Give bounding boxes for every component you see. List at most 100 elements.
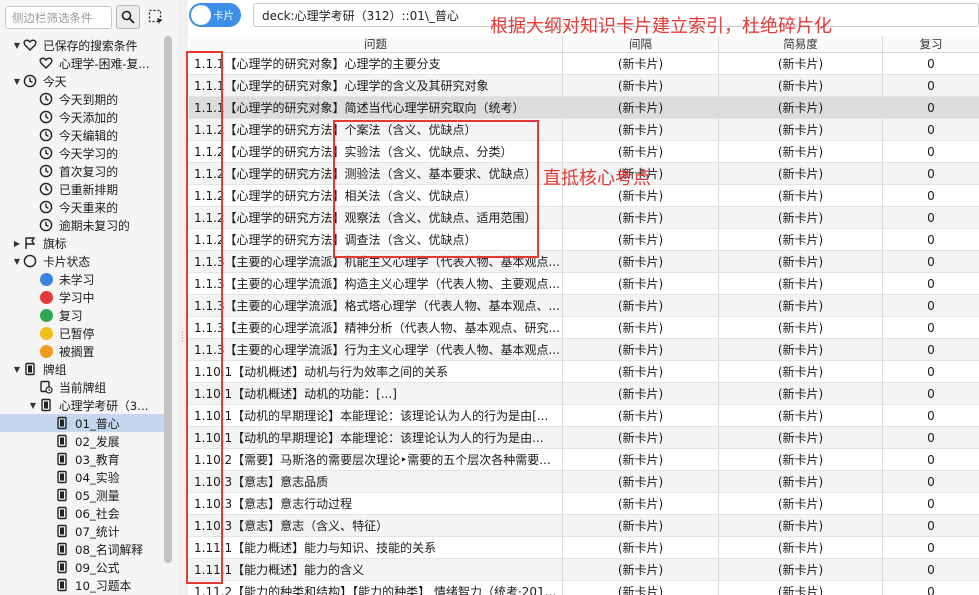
sidebar-tree-label: 被搁置 <box>59 344 95 359</box>
cards-notes-toggle[interactable]: 卡片 <box>189 3 241 27</box>
sidebar-tree-item[interactable]: ▼ 已保存的搜索条件 <box>0 36 172 54</box>
clock-icon <box>22 72 38 90</box>
table-row[interactable]: 1.1.3【主要的心理学流派】精神分析（代表人物、基本观点、研究... (新卡片)… <box>189 317 979 339</box>
column-header-interval[interactable]: 间隔 <box>563 36 719 52</box>
sidebar-tree-item[interactable]: 已重新排期 <box>0 180 172 198</box>
sidebar-tree-item[interactable]: ▼ 心理学考研（3... <box>0 396 172 414</box>
cell-reviews: 0 <box>927 518 935 533</box>
table-row[interactable]: 1.10.1【动机概述】动机与行为效率之间的关系 (新卡片) (新卡片) 0 <box>189 361 979 383</box>
cell-reviews: 0 <box>927 144 935 159</box>
sidebar-tree-item[interactable]: 今天学习的 <box>0 144 172 162</box>
sidebar-search-button[interactable] <box>116 5 140 29</box>
column-header-ease[interactable]: 简易度 <box>719 36 883 52</box>
heart-icon <box>38 54 54 72</box>
table-row[interactable]: 1.1.3【主要的心理学流派】构造主义心理学（代表人物、主要观点... (新卡片)… <box>189 273 979 295</box>
sidebar-tree-item[interactable]: 今天添加的 <box>0 108 172 126</box>
table-row[interactable]: 1.1.3【主要的心理学流派】行为主义心理学（代表人物、基本观点... (新卡片)… <box>189 339 979 361</box>
sidebar-tree-item[interactable]: 07_统计 <box>0 522 172 540</box>
cell-question: 1.10.1【动机概述】动机与行为效率之间的关系 <box>189 361 563 382</box>
sidebar-tree-item[interactable]: 05_测量 <box>0 486 172 504</box>
expand-open-icon[interactable]: ▼ <box>12 252 22 270</box>
table-row[interactable]: 1.10.1【动机的早期理论】本能理论：该理论认为人的行为是由... (新卡片)(… <box>189 427 979 449</box>
expand-open-icon[interactable]: ▼ <box>12 36 22 54</box>
cell-question: 1.1.2【心理学的研究方法】实验法（含义、优缺点、分类） <box>189 141 563 162</box>
sidebar-tree-item[interactable]: 首次复习的 <box>0 162 172 180</box>
table-row[interactable]: 1.11.1【能力概述】能力与知识、技能的关系 (新卡片) (新卡片) 0 <box>189 537 979 559</box>
table-row[interactable]: 1.1.3【主要的心理学流派】机能主义心理学（代表人物、基本观点... (新卡片)… <box>189 251 979 273</box>
sidebar-tree-item[interactable]: 01_普心 <box>0 414 172 432</box>
clock-icon <box>38 108 54 126</box>
table-row[interactable]: 1.10.1【动机的早期理论】本能理论：该理论认为人的行为是由[... (新卡片)… <box>189 405 979 427</box>
clock-icon <box>38 216 54 234</box>
table-row[interactable]: 1.1.2【心理学的研究方法】调查法（含义、优缺点） (新卡片) (新卡片) 0 <box>189 229 979 251</box>
cell-question: 1.10.1【动机的早期理论】本能理论：该理论认为人的行为是由[... <box>189 405 563 426</box>
table-row[interactable]: 1.11.2【能力的种类和结构】【能力的种类】 情绪智力（统考·201... (新… <box>189 581 979 595</box>
sidebar-tree-item[interactable]: 未学习 <box>0 270 172 288</box>
table-row[interactable]: 1.1.1【心理学的研究对象】心理学的主要分支 (新卡片) (新卡片) 0 <box>189 53 979 75</box>
sidebar-tree-item[interactable]: 06_社会 <box>0 504 172 522</box>
table-row[interactable]: 1.1.1【心理学的研究对象】简述当代心理学研究取向（统考） (新卡片) (新卡片)… <box>189 97 979 119</box>
sidebar-tree-item[interactable]: 已暂停 <box>0 324 172 342</box>
table-row[interactable]: 1.11.1【能力概述】能力的含义 (新卡片) (新卡片) 0 <box>189 559 979 581</box>
cell-question: 1.1.2【心理学的研究方法】相关法（含义、优缺点） <box>189 185 563 206</box>
table-row[interactable]: 1.1.3【主要的心理学流派】格式塔心理学（代表人物、基本观点、... (新卡片)… <box>189 295 979 317</box>
cell-interval: (新卡片) <box>563 207 719 228</box>
sidebar-tree-item[interactable]: 10_习题本 <box>0 576 172 594</box>
sidebar-tree-item[interactable]: 08_名词解释 <box>0 540 172 558</box>
sidebar: ▼ 已保存的搜索条件心理学-困难-复... ▼ 今天今天到期的今天添加的今天编辑的今天… <box>0 0 178 595</box>
sidebar-tree-item[interactable]: 逾期未复习的 <box>0 216 172 234</box>
table-row[interactable]: 1.10.3【意志】意志行动过程 (新卡片) (新卡片) 0 <box>189 493 979 515</box>
table-row[interactable]: 1.1.2【心理学的研究方法】实验法（含义、优缺点、分类） (新卡片) (新卡片) 0 <box>189 141 979 163</box>
sidebar-tree-item[interactable]: ▶ 旗标 <box>0 234 172 252</box>
sidebar-tree-item[interactable]: ▼ 今天 <box>0 72 172 90</box>
table-row[interactable]: 1.10.3【意志】意志（含义、特征） (新卡片) (新卡片) 0 <box>189 515 979 537</box>
sidebar-tree-label: 当前牌组 <box>59 380 107 395</box>
sidebar-tree-item[interactable]: 复习 <box>0 306 172 324</box>
panel-splitter[interactable] <box>178 0 188 595</box>
cell-interval: (新卡片) <box>563 361 719 382</box>
sidebar-tree-label: 02_发展 <box>75 434 120 449</box>
table-row[interactable]: 1.10.3【意志】意志品质 (新卡片) (新卡片) 0 <box>189 471 979 493</box>
cell-reviews: 0 <box>927 342 935 357</box>
table-row[interactable]: 1.1.2【心理学的研究方法】个案法（含义、优缺点） (新卡片) (新卡片) 0 <box>189 119 979 141</box>
column-header-question[interactable]: 问题 <box>189 36 563 52</box>
expand-open-icon[interactable]: ▼ <box>12 360 22 378</box>
status-dot-icon <box>38 324 54 342</box>
sidebar-tree-item[interactable]: ▼ 牌组 <box>0 360 172 378</box>
sidebar-tree-item[interactable]: 09_公式 <box>0 558 172 576</box>
sidebar-tree-label: 今天添加的 <box>59 110 118 125</box>
sidebar-tree-item[interactable]: 心理学-困难-复... <box>0 54 172 72</box>
sidebar-tree-item[interactable]: ▼ 卡片状态 <box>0 252 172 270</box>
table-row[interactable]: 1.10.2【需要】马斯洛的需要层次理论‣需要的五个层次各种需要... (新卡片)… <box>189 449 979 471</box>
cell-interval: (新卡片) <box>563 317 719 338</box>
expand-closed-icon[interactable]: ▶ <box>12 234 22 252</box>
sidebar-tree-item[interactable]: 当前牌组 <box>0 378 172 396</box>
sidebar-tree-label: 牌组 <box>43 362 67 377</box>
table-row[interactable]: 1.1.2【心理学的研究方法】观察法（含义、优缺点、适用范围） (新卡片) (新卡片… <box>189 207 979 229</box>
sidebar-tree-item[interactable]: 03_教育 <box>0 450 172 468</box>
sidebar-tree-item[interactable]: 今天到期的 <box>0 90 172 108</box>
sidebar-tree-label: 05_测量 <box>75 488 120 503</box>
column-header-reviews[interactable]: 复习 <box>883 36 979 52</box>
selection-tool-button[interactable] <box>145 6 167 28</box>
sidebar-tree-item[interactable]: 学习中 <box>0 288 172 306</box>
expand-open-icon[interactable]: ▼ <box>28 396 38 414</box>
deck-icon <box>54 540 70 558</box>
sidebar-tree-label: 首次复习的 <box>59 164 118 179</box>
cell-reviews: 0 <box>927 386 935 401</box>
sidebar-search-input[interactable] <box>5 6 112 29</box>
sidebar-scrollbar[interactable] <box>164 36 172 563</box>
sidebar-tree-item[interactable]: 被搁置 <box>0 342 172 360</box>
sidebar-tree-item[interactable]: 04_实验 <box>0 468 172 486</box>
sidebar-tree-item[interactable]: 今天编辑的 <box>0 126 172 144</box>
sidebar-tree-item[interactable]: 今天重来的 <box>0 198 172 216</box>
sidebar-tree-item[interactable]: 02_发展 <box>0 432 172 450</box>
cell-ease: (新卡片) <box>719 229 883 250</box>
table-row[interactable]: 1.1.1【心理学的研究对象】心理学的含义及其研究对象 (新卡片) (新卡片) 0 <box>189 75 979 97</box>
table-row[interactable]: 1.10.1【动机概述】动机的功能：[...] (新卡片) (新卡片) 0 <box>189 383 979 405</box>
expand-open-icon[interactable]: ▼ <box>12 72 22 90</box>
